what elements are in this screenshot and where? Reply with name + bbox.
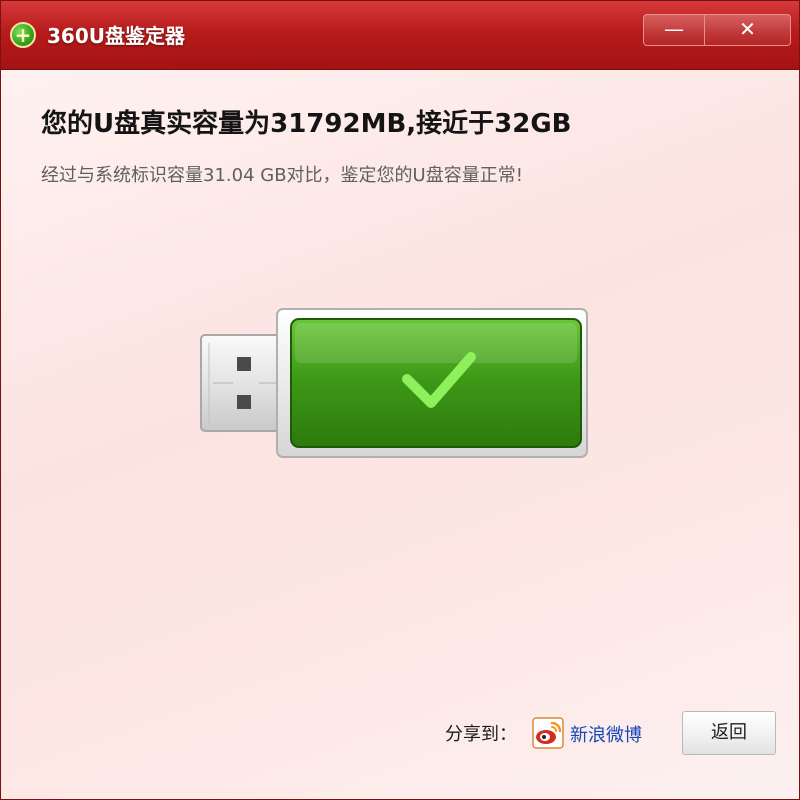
usb-drive-check-icon (200, 308, 588, 458)
minimize-button[interactable]: — (643, 14, 705, 46)
app-window: + 360U盘鉴定器 — ✕ 您的U盘真实容量为31792MB,接近于32GB … (0, 0, 800, 800)
weibo-icon[interactable] (532, 717, 564, 749)
app-logo-icon: + (10, 22, 36, 48)
close-button[interactable]: ✕ (705, 14, 791, 46)
back-button[interactable]: 返回 (682, 711, 776, 755)
share-label: 分享到： (445, 724, 517, 745)
weibo-share-link[interactable]: 新浪微博 (570, 721, 642, 747)
title-bar[interactable]: + 360U盘鉴定器 — ✕ (1, 1, 799, 70)
window-title: 360U盘鉴定器 (47, 24, 185, 48)
result-detail: 经过与系统标识容量31.04 GB对比，鉴定您的U盘容量正常! (41, 165, 523, 186)
result-heading: 您的U盘真实容量为31792MB,接近于32GB (41, 109, 572, 139)
